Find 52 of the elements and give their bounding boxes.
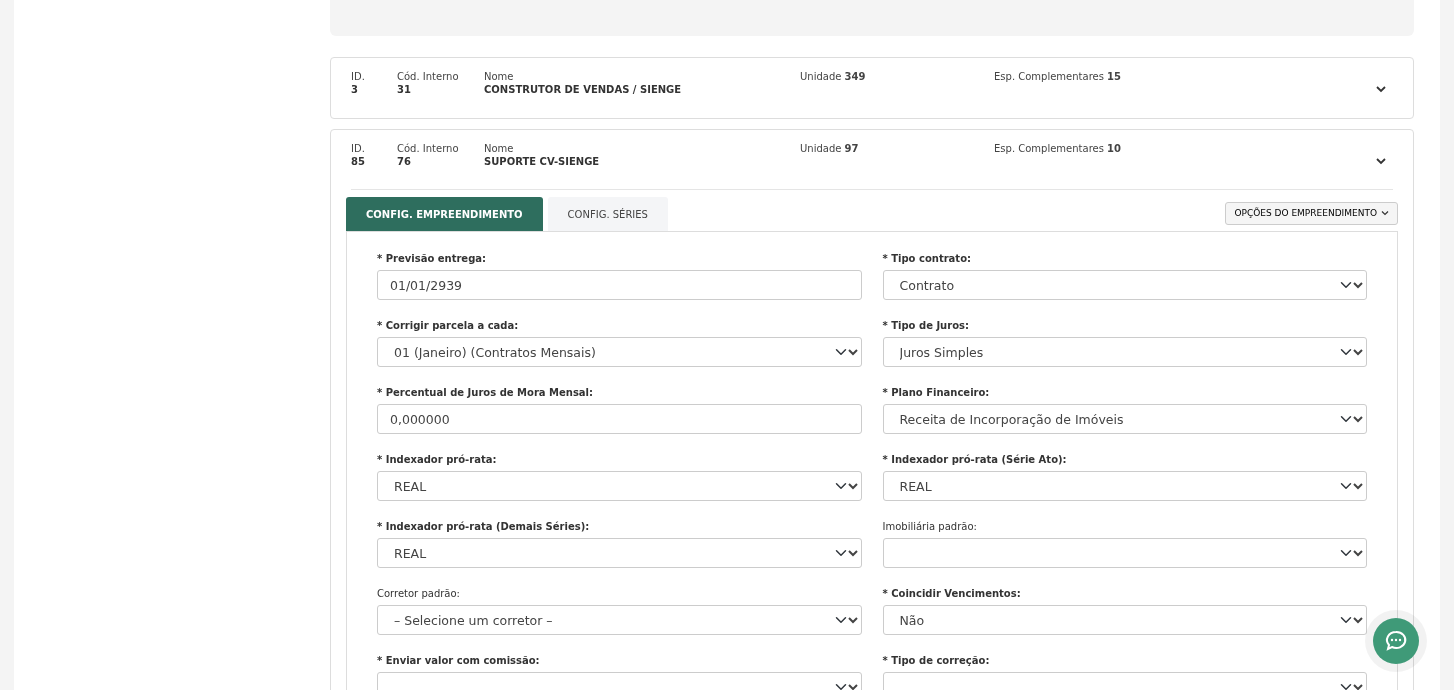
select-field[interactable]: REAL — [377, 538, 862, 568]
field-label: Nome — [484, 142, 515, 155]
tab[interactable]: CONFIG. SÉRIES — [547, 197, 668, 231]
field-label: * Previsão entrega: — [377, 252, 488, 266]
select-field[interactable]: 01 (Janeiro) (Contratos Mensais) — [377, 337, 862, 367]
field-label: Cód. Interno — [397, 142, 460, 155]
field-value: 31 — [397, 83, 412, 96]
select-field[interactable]: REAL — [882, 471, 1367, 501]
field-label: ID. — [351, 142, 366, 155]
field-label: Corretor padrão: — [377, 587, 461, 601]
field-value: 10 — [1107, 143, 1121, 154]
field-label: Esp. Complementares — [994, 143, 1104, 154]
caret-icon — [1381, 209, 1389, 218]
tab[interactable]: CONFIG. EMPREENDIMENTO — [346, 197, 543, 231]
select-field[interactable]: Contrato — [882, 270, 1367, 300]
field-label: Nome — [484, 70, 515, 83]
field-label: * Tipo de Juros: — [882, 319, 970, 333]
field-value: 97 — [844, 143, 859, 154]
chevron-down-icon[interactable] — [1375, 83, 1387, 95]
field-label: Unidade — [800, 143, 842, 154]
field-label: * Tipo contrato: — [882, 252, 972, 266]
field-label: * Percentual de Juros de Mora Mensal: — [377, 386, 595, 400]
field-value: CONSTRUTOR DE VENDAS / SIENGE — [484, 83, 683, 96]
input-field[interactable]: 0,000000 — [377, 404, 862, 434]
field-value: 3 — [351, 83, 359, 96]
field-label: * Indexador pró-rata (Série Ato): — [882, 453, 1068, 467]
field-label: Imobiliária padrão: — [882, 520, 978, 534]
field-label: Unidade — [800, 71, 842, 82]
field-label: * Indexador pró-rata (Demais Séries): — [377, 520, 591, 534]
select-field[interactable]: Não — [882, 605, 1367, 635]
field-label: Cód. Interno — [397, 70, 460, 83]
field-label: * Tipo de correção: — [882, 654, 991, 668]
field-label: * Corrigir parcela a cada: — [377, 319, 520, 333]
field-value: SUPORTE CV-SIENGE — [484, 155, 601, 168]
select-field[interactable]: Receita de Incorporação de Imóveis — [882, 404, 1367, 434]
field-value: 76 — [397, 155, 412, 168]
options-dropdown-button[interactable]: OPÇÕES DO EMPREENDIMENTO — [1225, 201, 1398, 225]
field-value: 15 — [1107, 71, 1121, 82]
field-label: ID. — [351, 70, 366, 83]
select-field[interactable]: REAL — [377, 471, 862, 501]
select-field[interactable]: – Selecione um corretor – — [377, 605, 862, 635]
input-field[interactable]: 01/01/2939 — [377, 270, 862, 300]
select-field[interactable] — [882, 538, 1367, 568]
field-label: * Plano Financeiro: — [882, 386, 991, 400]
chat-icon — [1384, 629, 1408, 653]
field-label: * Enviar valor com comissão: — [377, 654, 541, 668]
field-label: Esp. Complementares — [994, 71, 1104, 82]
select-field[interactable]: Juros Simples — [882, 337, 1367, 367]
field-label: * Coincidir Vencimentos: — [882, 587, 1022, 601]
field-value: 85 — [351, 155, 366, 168]
field-value: 349 — [844, 71, 866, 82]
field-label: * Indexador pró-rata: — [377, 453, 498, 467]
